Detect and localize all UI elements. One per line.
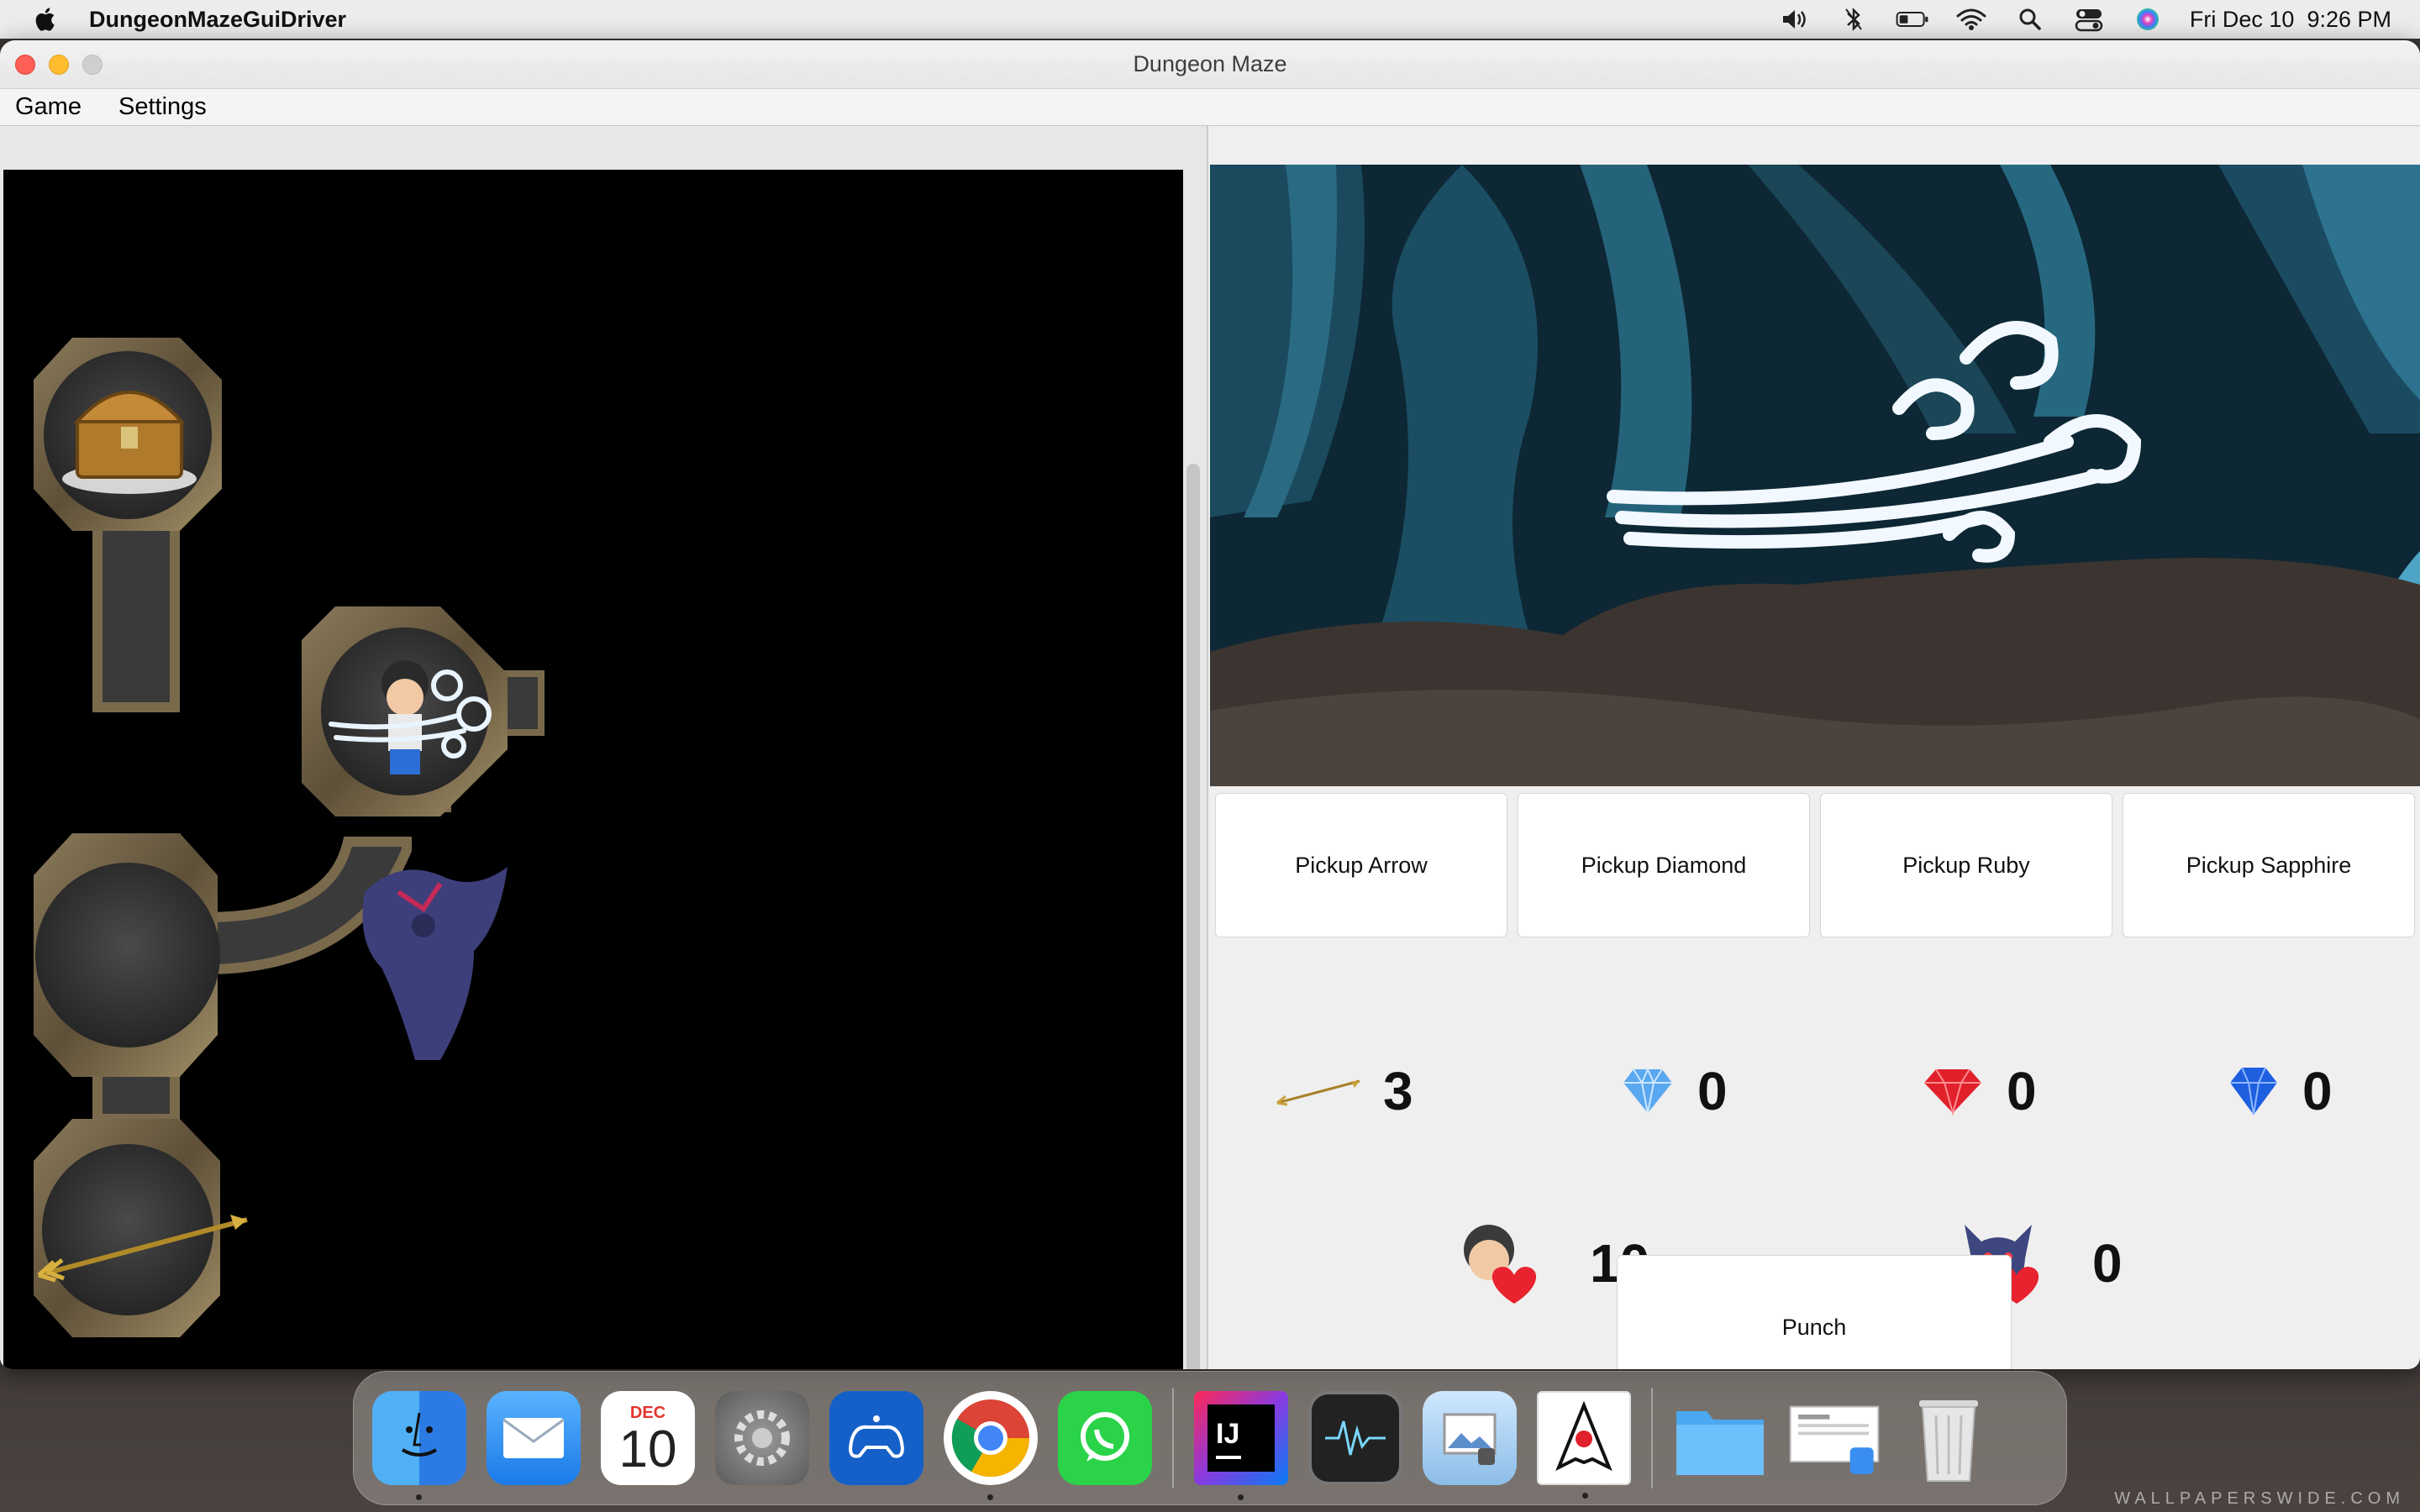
encounter-panel: Pickup Arrow Pickup Diamond Pickup Ruby … bbox=[1210, 126, 2420, 1369]
menu-settings[interactable]: Settings bbox=[118, 93, 207, 121]
punch-button[interactable]: Punch bbox=[1617, 1255, 2012, 1369]
ide-label: IJ bbox=[1216, 1417, 1240, 1450]
control-center-icon[interactable] bbox=[2072, 7, 2106, 32]
menu-game[interactable]: Game bbox=[15, 93, 82, 121]
dock-separator-2 bbox=[1651, 1388, 1653, 1488]
chrome-icon[interactable] bbox=[944, 1391, 1038, 1500]
dungeon-maze-window: Dungeon Maze Game Settings Pickup Arrow … bbox=[0, 40, 2420, 1369]
maze-scroll-pane bbox=[0, 126, 1208, 1369]
player-heart-icon bbox=[1464, 1225, 1537, 1304]
sapphire-icon bbox=[2230, 1067, 2277, 1116]
minimize-window-button[interactable] bbox=[49, 55, 69, 75]
calendar-icon[interactable]: DEC 10 bbox=[601, 1391, 695, 1485]
window-title: Dungeon Maze bbox=[1133, 51, 1287, 76]
spotlight-search-icon[interactable] bbox=[2013, 7, 2047, 32]
ruby-count: 0 bbox=[1921, 1060, 2037, 1122]
monster-health-value: 0 bbox=[2092, 1233, 2123, 1294]
mail-icon[interactable] bbox=[487, 1391, 581, 1485]
activity-monitor-icon[interactable] bbox=[1308, 1391, 1402, 1485]
menu-bar-clock[interactable]: Fri Dec 10 9:26 PM bbox=[2190, 7, 2391, 33]
downloads-folder-icon[interactable] bbox=[1673, 1391, 1767, 1485]
wallpaper-watermark: WALLPAPERSWIDE.COM bbox=[2114, 1489, 2405, 1508]
pickup-ruby-button[interactable]: Pickup Ruby bbox=[1820, 793, 2112, 937]
java-duke-app-icon[interactable] bbox=[1537, 1391, 1631, 1499]
finder-icon[interactable] bbox=[372, 1391, 466, 1500]
macos-dock: DEC 10 IJ bbox=[353, 1371, 2067, 1505]
wifi-icon[interactable] bbox=[1954, 7, 1988, 32]
arrow-count-value: 3 bbox=[1383, 1061, 1413, 1121]
app-menu-bar: Game Settings bbox=[0, 89, 2420, 126]
pickup-sapphire-button[interactable]: Pickup Sapphire bbox=[2123, 793, 2415, 937]
maze-room-arrow[interactable] bbox=[34, 1119, 220, 1337]
sapphire-count-value: 0 bbox=[2302, 1061, 2333, 1121]
apple-logo-icon[interactable] bbox=[32, 5, 60, 34]
monster-bat-icon bbox=[362, 867, 508, 1060]
system-preferences-icon[interactable] bbox=[715, 1391, 809, 1485]
volume-icon[interactable] bbox=[1778, 7, 1812, 32]
maze-map-canvas bbox=[34, 338, 544, 1337]
close-window-button[interactable] bbox=[15, 55, 35, 75]
arrow-count: 3 bbox=[1272, 1060, 1413, 1122]
arrow-icon bbox=[1276, 1079, 1360, 1106]
siri-icon[interactable] bbox=[2131, 7, 2165, 32]
diamond-icon bbox=[1623, 1067, 1672, 1114]
active-app-name[interactable]: DungeonMazeGuiDriver bbox=[89, 7, 346, 33]
diamond-count: 0 bbox=[1620, 1060, 1728, 1122]
bluetooth-icon[interactable] bbox=[1837, 7, 1870, 32]
vertical-scrollbar[interactable] bbox=[1186, 464, 1200, 1369]
game-controller-app-icon[interactable] bbox=[829, 1391, 923, 1485]
macos-menu-bar: DungeonMazeGuiDriver Fri Dec 10 9:26 PM bbox=[0, 0, 2420, 39]
whatsapp-icon[interactable] bbox=[1058, 1391, 1152, 1485]
cave-scene-view bbox=[1210, 165, 2420, 786]
maze-room-junction[interactable] bbox=[34, 833, 220, 1077]
ruby-icon bbox=[1924, 1068, 1981, 1116]
intellij-idea-icon[interactable]: IJ bbox=[1194, 1391, 1288, 1500]
zoom-window-button[interactable] bbox=[82, 55, 103, 75]
dock-separator bbox=[1172, 1388, 1174, 1488]
diamond-count-value: 0 bbox=[1697, 1061, 1728, 1121]
ruby-count-value: 0 bbox=[2007, 1061, 2037, 1121]
recent-documents-stack-icon[interactable] bbox=[1787, 1391, 1881, 1485]
pickup-arrow-button[interactable]: Pickup Arrow bbox=[1215, 793, 1507, 937]
battery-icon[interactable] bbox=[1896, 7, 1929, 32]
maze-map-view[interactable] bbox=[3, 170, 1183, 1369]
trash-icon[interactable] bbox=[1902, 1391, 1996, 1485]
calendar-day: 10 bbox=[618, 1420, 677, 1478]
pickup-diamond-button[interactable]: Pickup Diamond bbox=[1518, 793, 1810, 937]
sapphire-count: 0 bbox=[2227, 1060, 2333, 1122]
preview-icon[interactable] bbox=[1423, 1391, 1517, 1485]
window-title-bar[interactable]: Dungeon Maze bbox=[0, 40, 2420, 89]
